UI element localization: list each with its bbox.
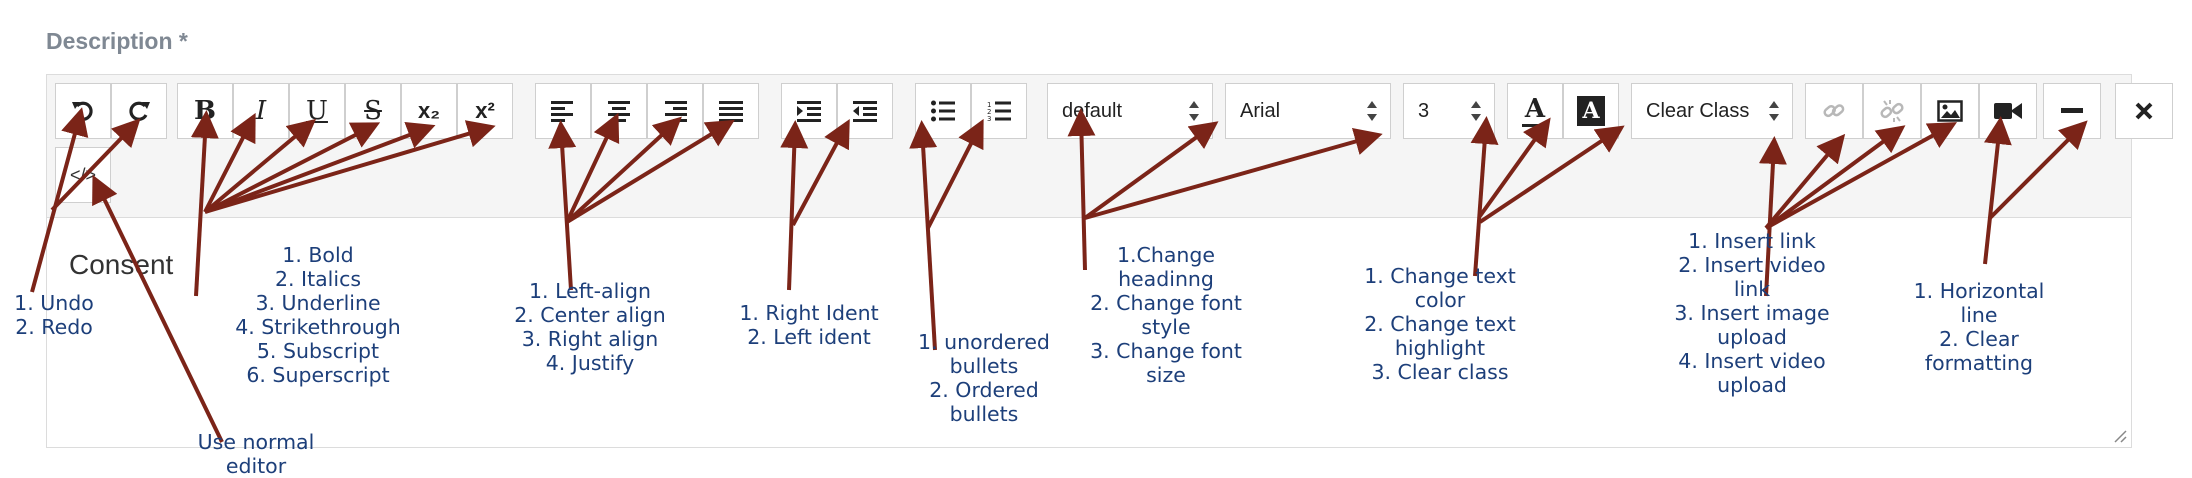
annotation-misc: 1. Horizontal line 2. Clear formatting (1913, 279, 2045, 375)
annotation-code-view: Use normal editor (197, 430, 315, 478)
annotation-text-style: 1. Bold 2. Italics 3. Underline 4. Strik… (235, 243, 401, 387)
annotation-insert: 1. Insert link 2. Insert video link 3. I… (1674, 229, 1830, 397)
annotation-undo-redo: 1. Undo 2. Redo (14, 291, 94, 339)
annotation-font: 1.Change headinng 2. Change font style 3… (1090, 243, 1242, 387)
annotation-color: 1. Change text color 2. Change text high… (1364, 264, 1516, 384)
annotation-bullets: 1. unordered bullets 2. Ordered bullets (918, 330, 1050, 426)
annotation-indent: 1. Right Ident 2. Left ident (739, 301, 879, 349)
annotation-arrows (30, 107, 2088, 443)
annotation-alignment: 1. Left-align 2. Center align 3. Right a… (514, 279, 666, 375)
